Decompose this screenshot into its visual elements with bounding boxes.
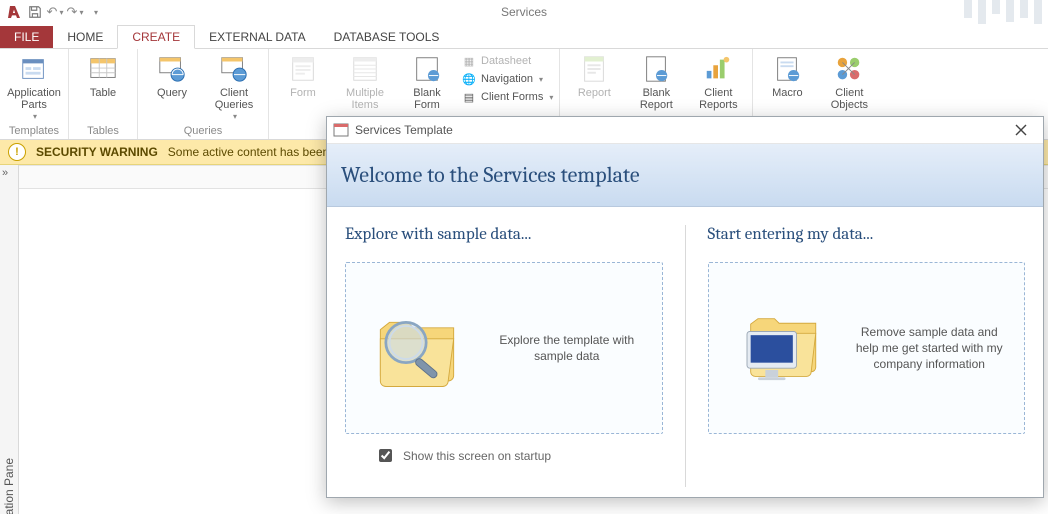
explore-card[interactable]: Explore the template with sample data	[345, 262, 663, 434]
query-icon	[156, 53, 188, 85]
report-label: Report	[578, 87, 611, 99]
query-button[interactable]: Query	[144, 51, 200, 99]
client-reports-icon	[702, 53, 734, 85]
client-objects-button[interactable]: Client Objects	[821, 51, 877, 111]
startup-checkbox[interactable]	[379, 449, 392, 462]
datasheet-button: ▦Datasheet	[461, 53, 553, 69]
warning-icon: !	[8, 143, 26, 161]
group-queries-label: Queries	[144, 123, 262, 139]
macro-label: Macro	[772, 87, 803, 99]
multiple-items-button: Multiple Items	[337, 51, 393, 111]
group-tables-label: Tables	[75, 123, 131, 139]
report-icon	[578, 53, 610, 85]
client-queries-button[interactable]: Client Queries▾	[206, 51, 262, 122]
client-objects-icon	[833, 53, 865, 85]
blank-form-icon	[411, 53, 443, 85]
tab-home[interactable]: HOME	[53, 26, 117, 48]
table-label: Table	[90, 87, 116, 99]
column-divider	[685, 225, 686, 487]
ribbon-tabs: FILE HOME CREATE EXTERNAL DATA DATABASE …	[0, 24, 1048, 49]
form-label: Form	[290, 87, 316, 99]
undo-icon[interactable]: ↶▾	[46, 3, 64, 21]
application-parts-button[interactable]: Application Parts▾	[6, 51, 62, 122]
explore-title: Explore with sample data...	[345, 225, 663, 244]
client-forms-icon: ▤	[461, 89, 477, 105]
client-queries-icon	[218, 53, 250, 85]
group-templates-label: Templates	[6, 123, 62, 139]
access-app-icon	[6, 3, 24, 21]
dialog-heading: Welcome to the Services template	[341, 162, 1029, 188]
start-card-text: Remove sample data and help me get start…	[851, 324, 1009, 373]
dialog-title: Services Template	[355, 123, 1005, 137]
table-icon	[87, 53, 119, 85]
form-icon	[287, 53, 319, 85]
blank-report-label: Blank Report	[640, 87, 673, 111]
app-title: Services	[501, 5, 547, 19]
blank-form-button[interactable]: Blank Form	[399, 51, 455, 111]
group-queries: Query Client Queries▾ Queries	[138, 49, 269, 139]
folder-monitor-icon	[725, 293, 835, 403]
start-card[interactable]: Remove sample data and help me get start…	[708, 262, 1026, 434]
navigation-button[interactable]: 🌐Navigation▾	[461, 71, 553, 87]
group-tables: Table Tables	[69, 49, 138, 139]
redo-icon[interactable]: ↷▾	[66, 3, 84, 21]
window-decoration	[964, 0, 1048, 24]
explore-column: Explore with sample data... Explore the …	[345, 225, 663, 487]
dialog-close-button[interactable]	[1005, 119, 1037, 141]
group-templates: Application Parts▾ Templates	[0, 49, 69, 139]
query-label: Query	[157, 87, 187, 99]
client-forms-button[interactable]: ▤Client Forms▾	[461, 89, 553, 105]
blank-form-label: Blank Form	[413, 87, 441, 111]
services-template-dialog: Services Template Welcome to the Service…	[326, 116, 1044, 498]
navigation-pane-label: Navigation Pane	[2, 458, 16, 514]
table-button[interactable]: Table	[75, 51, 131, 99]
qat-customize-icon[interactable]: ▾	[86, 3, 104, 21]
macro-button[interactable]: Macro	[759, 51, 815, 99]
report-button: Report	[566, 51, 622, 99]
start-title: Start entering my data...	[708, 225, 1026, 244]
security-warning-title: SECURITY WARNING	[36, 145, 158, 159]
application-parts-label: Application Parts	[7, 87, 61, 111]
dialog-form-icon	[333, 122, 349, 138]
folder-magnifier-icon	[362, 293, 472, 403]
startup-checkbox-label: Show this screen on startup	[403, 449, 551, 463]
start-column: Start entering my data... Remove sample …	[708, 225, 1026, 487]
tab-external-data[interactable]: EXTERNAL DATA	[195, 26, 319, 48]
save-icon[interactable]	[26, 3, 44, 21]
client-reports-button[interactable]: Client Reports	[690, 51, 746, 111]
blank-report-button[interactable]: Blank Report	[628, 51, 684, 111]
datasheet-icon: ▦	[461, 53, 477, 69]
tab-database-tools[interactable]: DATABASE TOOLS	[320, 26, 454, 48]
startup-checkbox-row[interactable]: Show this screen on startup	[345, 446, 663, 465]
navpane-expand-icon[interactable]: »	[2, 167, 8, 179]
navigation-pane[interactable]: » Navigation Pane	[0, 165, 19, 514]
explore-card-text: Explore the template with sample data	[488, 332, 646, 364]
dialog-header: Welcome to the Services template	[327, 144, 1043, 207]
dialog-body: Explore with sample data... Explore the …	[327, 207, 1043, 497]
tab-file[interactable]: FILE	[0, 26, 53, 48]
tab-create[interactable]: CREATE	[117, 25, 195, 49]
multiple-items-label: Multiple Items	[346, 87, 384, 111]
multiple-items-icon	[349, 53, 381, 85]
client-queries-label: Client Queries	[215, 87, 254, 111]
blank-report-icon	[640, 53, 672, 85]
application-parts-icon	[18, 53, 50, 85]
client-objects-label: Client Objects	[831, 87, 868, 111]
form-button: Form	[275, 51, 331, 99]
quick-access-toolbar: ↶▾ ↷▾ ▾	[0, 3, 104, 21]
dialog-titlebar[interactable]: Services Template	[327, 117, 1043, 144]
close-icon	[1015, 124, 1027, 136]
security-warning-text: Some active content has been	[168, 145, 329, 159]
title-bar: ↶▾ ↷▾ ▾ Services	[0, 0, 1048, 24]
navigation-icon: 🌐	[461, 71, 477, 87]
macro-icon	[771, 53, 803, 85]
client-reports-label: Client Reports	[699, 87, 738, 111]
